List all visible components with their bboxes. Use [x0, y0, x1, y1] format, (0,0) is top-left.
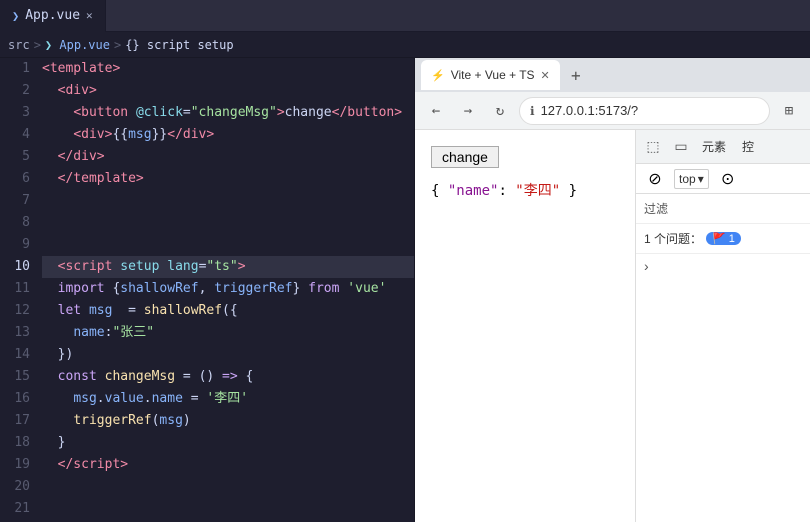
browser-nav: ← → ↻ ℹ 127.0.0.1:5173/? ⊞ — [415, 92, 810, 130]
devtools-toolbar: ⬚ ▭ 元素 控 — [636, 130, 810, 164]
top-label: top — [679, 172, 696, 186]
vue-icon: ❯ — [12, 9, 19, 23]
top-dropdown[interactable]: top ▾ — [674, 169, 709, 189]
browser-panel: ⚡ Vite + Vue + TS ✕ + ← → ↻ ℹ 127.0.0.1:… — [415, 58, 810, 522]
filter-section: 过滤 — [636, 194, 810, 224]
lock-icon: ℹ — [530, 104, 535, 118]
breadcrumb-file: ❯ App.vue — [45, 38, 110, 52]
new-tab-button[interactable]: + — [562, 61, 590, 89]
issue-badge: 🚩 1 — [706, 232, 741, 245]
devtools-icons: ⬚ ▭ — [642, 136, 692, 158]
reload-button[interactable]: ↻ — [487, 98, 513, 124]
code-editor: 1234567891011121314151617181920212223 <t… — [0, 58, 415, 522]
browser-body: change { "name": "李四" } ⬚ ▭ 元素 控 ⊘ — [415, 130, 810, 522]
breadcrumb: src > ❯ App.vue > {} script setup — [0, 32, 810, 58]
translate-button[interactable]: ⊞ — [776, 98, 802, 124]
issue-badge-icon: 🚩 — [712, 233, 726, 245]
forward-button[interactable]: → — [455, 98, 481, 124]
json-output: { "name": "李四" } — [431, 180, 619, 200]
url-text: 127.0.0.1:5173/? — [541, 103, 639, 118]
breadcrumb-sep2: > — [114, 38, 121, 52]
settings-icon[interactable]: ⊙ — [717, 168, 739, 190]
console-toolbar: ⊘ top ▾ ⊙ — [636, 164, 810, 194]
web-content: change { "name": "李四" } — [415, 130, 635, 522]
clear-console-icon[interactable]: ⊘ — [644, 168, 666, 190]
issue-count: 1 — [729, 233, 735, 245]
dropdown-arrow: ▾ — [698, 172, 704, 186]
breadcrumb-section: {} script setup — [125, 38, 233, 52]
browser-tab[interactable]: ⚡ Vite + Vue + TS ✕ — [421, 60, 560, 90]
issues-row: 1 个问题： 🚩 1 — [636, 224, 810, 254]
device-toggle-icon[interactable]: ▭ — [670, 136, 692, 158]
issues-label: 1 个问题： — [644, 230, 702, 247]
expand-arrow[interactable]: › — [636, 254, 810, 278]
inspect-element-icon[interactable]: ⬚ — [642, 136, 664, 158]
breadcrumb-src: src — [8, 38, 30, 52]
vite-favicon: ⚡ — [431, 69, 445, 82]
address-bar[interactable]: ℹ 127.0.0.1:5173/? — [519, 97, 770, 125]
tab-filename: App.vue — [25, 8, 80, 23]
tab-console[interactable]: 控 — [736, 136, 760, 157]
tab-close-icon[interactable]: ✕ — [86, 9, 93, 22]
back-button[interactable]: ← — [423, 98, 449, 124]
breadcrumb-sep1: > — [34, 38, 41, 52]
devtools-panel: ⬚ ▭ 元素 控 ⊘ top ▾ ⊙ 过滤 — [635, 130, 810, 522]
change-button[interactable]: change — [431, 146, 499, 168]
filter-label: 过滤 — [644, 200, 668, 217]
line-numbers: 1234567891011121314151617181920212223 — [0, 58, 38, 522]
code-content[interactable]: <template> <div> <button @click="changeM… — [38, 58, 414, 522]
browser-tab-bar: ⚡ Vite + Vue + TS ✕ + — [415, 58, 810, 92]
tab-elements[interactable]: 元素 — [696, 136, 732, 157]
editor-tab[interactable]: ❯ App.vue ✕ — [0, 0, 106, 32]
browser-tab-title: Vite + Vue + TS — [451, 68, 535, 82]
browser-tab-close[interactable]: ✕ — [541, 69, 550, 82]
